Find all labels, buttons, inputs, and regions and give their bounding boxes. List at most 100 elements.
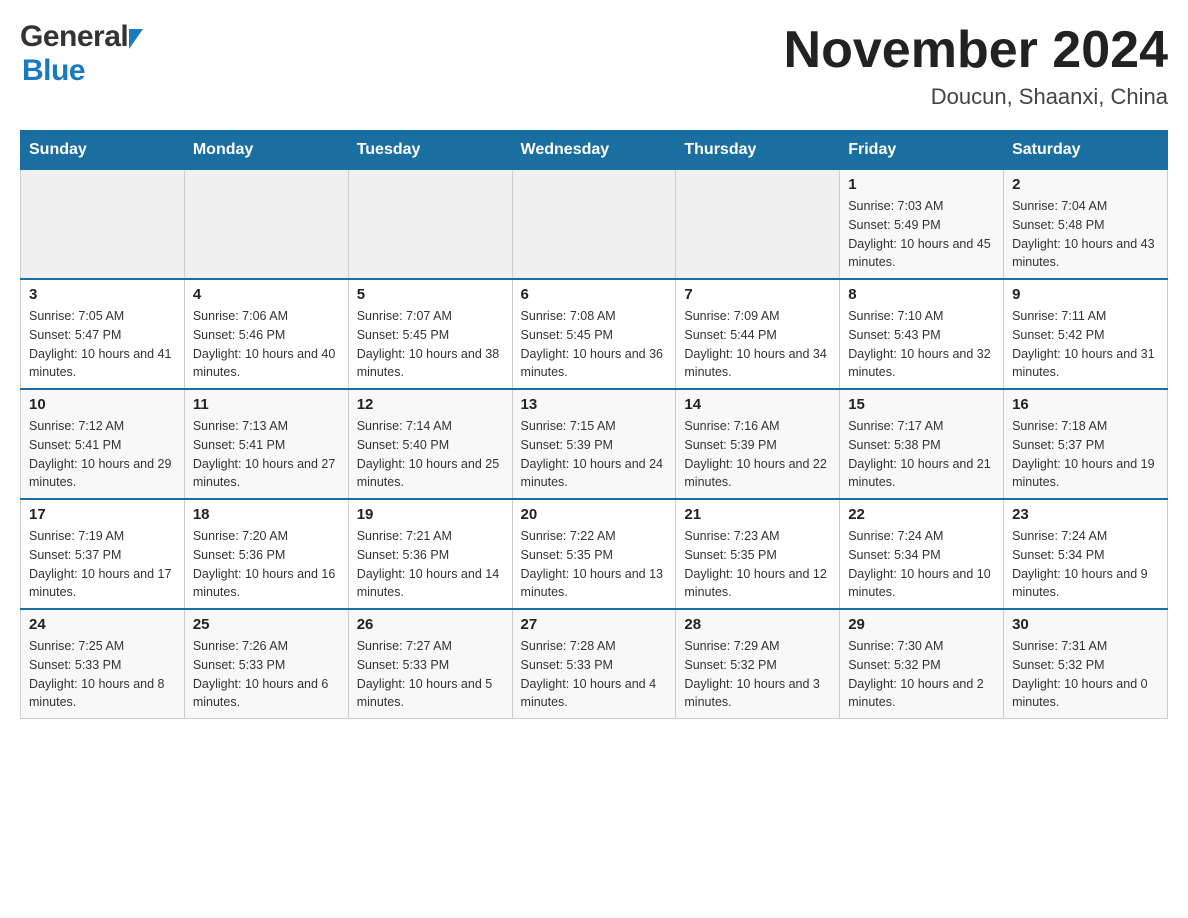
day-number: 5 <box>357 286 504 303</box>
calendar-cell: 9 Sunrise: 7:11 AMSunset: 5:42 PMDaylight… <box>1004 279 1168 389</box>
calendar-week-row: 1 Sunrise: 7:03 AMSunset: 5:49 PMDaylight… <box>21 170 1168 280</box>
calendar-cell <box>676 170 840 280</box>
calendar-table: SundayMondayTuesdayWednesdayThursdayFrid… <box>20 130 1168 719</box>
calendar-cell <box>512 170 676 280</box>
calendar-cell: 7Sunrise: 7:09 AMSunset: 5:44 PMDaylight… <box>676 279 840 389</box>
day-number: 26 <box>357 616 504 633</box>
calendar-cell: 24Sunrise: 7:25 AMSunset: 5:33 PMDayligh… <box>21 609 185 719</box>
day-number: 3 <box>29 286 176 303</box>
day-info: Sunrise: 7:31 AMSunset: 5:32 PMDaylight:… <box>1012 637 1159 712</box>
day-number: 22 <box>848 506 995 523</box>
calendar-cell: 2Sunrise: 7:04 AMSunset: 5:48 PMDaylight… <box>1004 170 1168 280</box>
day-info: Sunrise: 7:19 AMSunset: 5:37 PMDaylight:… <box>29 527 176 602</box>
calendar-cell: 27 Sunrise: 7:28 AMSunset: 5:33 PMDayligh… <box>512 609 676 719</box>
calendar-cell: 26 Sunrise: 7:27 AMSunset: 5:33 PMDayligh… <box>348 609 512 719</box>
day-number: 15 <box>848 396 995 413</box>
title-block: November 2024 Doucun, Shaanxi, China <box>784 20 1168 110</box>
calendar-cell: 6Sunrise: 7:08 AMSunset: 5:45 PMDaylight… <box>512 279 676 389</box>
calendar-cell: 25 Sunrise: 7:26 AMSunset: 5:33 PMDayligh… <box>184 609 348 719</box>
day-number: 4 <box>193 286 340 303</box>
calendar-week-row: 24Sunrise: 7:25 AMSunset: 5:33 PMDayligh… <box>21 609 1168 719</box>
calendar-cell: 20 Sunrise: 7:22 AMSunset: 5:35 PMDayligh… <box>512 499 676 609</box>
page-header: General Blue November 2024 Doucun, Shaan… <box>20 20 1168 110</box>
calendar-cell: 13 Sunrise: 7:15 AMSunset: 5:39 PMDayligh… <box>512 389 676 499</box>
day-number: 8 <box>848 286 995 303</box>
calendar-cell: 16Sunrise: 7:18 AMSunset: 5:37 PMDayligh… <box>1004 389 1168 499</box>
day-number: 14 <box>684 396 831 413</box>
day-info: Sunrise: 7:24 AMSunset: 5:34 PMDaylight:… <box>848 527 995 602</box>
calendar-cell: 15 Sunrise: 7:17 AMSunset: 5:38 PMDayligh… <box>840 389 1004 499</box>
day-info: Sunrise: 7:09 AMSunset: 5:44 PMDaylight:… <box>684 307 831 382</box>
day-of-week-header: Tuesday <box>348 131 512 170</box>
day-of-week-header: Thursday <box>676 131 840 170</box>
day-info: Sunrise: 7:30 AMSunset: 5:32 PMDaylight:… <box>848 637 995 712</box>
calendar-cell: 10 Sunrise: 7:12 AMSunset: 5:41 PMDayligh… <box>21 389 185 499</box>
day-number: 13 <box>521 396 668 413</box>
day-number: 29 <box>848 616 995 633</box>
day-of-week-header: Wednesday <box>512 131 676 170</box>
calendar-cell: 22 Sunrise: 7:24 AMSunset: 5:34 PMDayligh… <box>840 499 1004 609</box>
day-info: Sunrise: 7:16 AMSunset: 5:39 PMDaylight:… <box>684 417 831 492</box>
calendar-week-row: 3 Sunrise: 7:05 AMSunset: 5:47 PMDaylight… <box>21 279 1168 389</box>
day-info: Sunrise: 7:08 AMSunset: 5:45 PMDaylight:… <box>521 307 668 382</box>
day-number: 19 <box>357 506 504 523</box>
day-info: Sunrise: 7:07 AMSunset: 5:45 PMDaylight:… <box>357 307 504 382</box>
day-number: 9 <box>1012 286 1159 303</box>
day-number: 2 <box>1012 176 1159 193</box>
calendar-cell: 3 Sunrise: 7:05 AMSunset: 5:47 PMDaylight… <box>21 279 185 389</box>
day-of-week-header: Sunday <box>21 131 185 170</box>
day-info: Sunrise: 7:21 AMSunset: 5:36 PMDaylight:… <box>357 527 504 602</box>
day-info: Sunrise: 7:03 AMSunset: 5:49 PMDaylight:… <box>848 197 995 272</box>
day-info: Sunrise: 7:28 AMSunset: 5:33 PMDaylight:… <box>521 637 668 712</box>
day-info: Sunrise: 7:10 AMSunset: 5:43 PMDaylight:… <box>848 307 995 382</box>
calendar-cell: 21 Sunrise: 7:23 AMSunset: 5:35 PMDayligh… <box>676 499 840 609</box>
calendar-cell <box>348 170 512 280</box>
day-info: Sunrise: 7:22 AMSunset: 5:35 PMDaylight:… <box>521 527 668 602</box>
calendar-cell: 23 Sunrise: 7:24 AMSunset: 5:34 PMDayligh… <box>1004 499 1168 609</box>
day-info: Sunrise: 7:06 AMSunset: 5:46 PMDaylight:… <box>193 307 340 382</box>
calendar-cell: 19 Sunrise: 7:21 AMSunset: 5:36 PMDayligh… <box>348 499 512 609</box>
calendar-cell: 4 Sunrise: 7:06 AMSunset: 5:46 PMDaylight… <box>184 279 348 389</box>
day-number: 10 <box>29 396 176 413</box>
day-info: Sunrise: 7:23 AMSunset: 5:35 PMDaylight:… <box>684 527 831 602</box>
day-number: 18 <box>193 506 340 523</box>
day-info: Sunrise: 7:24 AMSunset: 5:34 PMDaylight:… <box>1012 527 1159 602</box>
calendar-week-row: 17Sunrise: 7:19 AMSunset: 5:37 PMDayligh… <box>21 499 1168 609</box>
day-of-week-header: Saturday <box>1004 131 1168 170</box>
calendar-cell: 18Sunrise: 7:20 AMSunset: 5:36 PMDayligh… <box>184 499 348 609</box>
day-info: Sunrise: 7:15 AMSunset: 5:39 PMDaylight:… <box>521 417 668 492</box>
day-info: Sunrise: 7:05 AMSunset: 5:47 PMDaylight:… <box>29 307 176 382</box>
day-of-week-header: Monday <box>184 131 348 170</box>
logo-triangle-icon <box>129 29 143 49</box>
calendar-subtitle: Doucun, Shaanxi, China <box>784 84 1168 110</box>
day-of-week-header: Friday <box>840 131 1004 170</box>
calendar-cell: 11Sunrise: 7:13 AMSunset: 5:41 PMDayligh… <box>184 389 348 499</box>
logo-general-text: General <box>20 20 128 54</box>
calendar-cell: 17Sunrise: 7:19 AMSunset: 5:37 PMDayligh… <box>21 499 185 609</box>
day-info: Sunrise: 7:26 AMSunset: 5:33 PMDaylight:… <box>193 637 340 712</box>
day-info: Sunrise: 7:14 AMSunset: 5:40 PMDaylight:… <box>357 417 504 492</box>
calendar-cell: 8 Sunrise: 7:10 AMSunset: 5:43 PMDaylight… <box>840 279 1004 389</box>
day-info: Sunrise: 7:13 AMSunset: 5:41 PMDaylight:… <box>193 417 340 492</box>
day-number: 12 <box>357 396 504 413</box>
day-info: Sunrise: 7:18 AMSunset: 5:37 PMDaylight:… <box>1012 417 1159 492</box>
day-info: Sunrise: 7:12 AMSunset: 5:41 PMDaylight:… <box>29 417 176 492</box>
day-number: 23 <box>1012 506 1159 523</box>
calendar-title: November 2024 <box>784 20 1168 80</box>
day-number: 27 <box>521 616 668 633</box>
calendar-header-row: SundayMondayTuesdayWednesdayThursdayFrid… <box>21 131 1168 170</box>
calendar-week-row: 10 Sunrise: 7:12 AMSunset: 5:41 PMDayligh… <box>21 389 1168 499</box>
day-number: 20 <box>521 506 668 523</box>
day-number: 1 <box>848 176 995 193</box>
day-number: 28 <box>684 616 831 633</box>
calendar-cell: 30Sunrise: 7:31 AMSunset: 5:32 PMDayligh… <box>1004 609 1168 719</box>
day-info: Sunrise: 7:17 AMSunset: 5:38 PMDaylight:… <box>848 417 995 492</box>
day-info: Sunrise: 7:11 AMSunset: 5:42 PMDaylight:… <box>1012 307 1159 382</box>
calendar-cell: 29 Sunrise: 7:30 AMSunset: 5:32 PMDayligh… <box>840 609 1004 719</box>
day-number: 25 <box>193 616 340 633</box>
day-number: 21 <box>684 506 831 523</box>
logo-blue-text: Blue <box>22 54 85 87</box>
calendar-cell: 12 Sunrise: 7:14 AMSunset: 5:40 PMDayligh… <box>348 389 512 499</box>
day-number: 24 <box>29 616 176 633</box>
day-info: Sunrise: 7:27 AMSunset: 5:33 PMDaylight:… <box>357 637 504 712</box>
